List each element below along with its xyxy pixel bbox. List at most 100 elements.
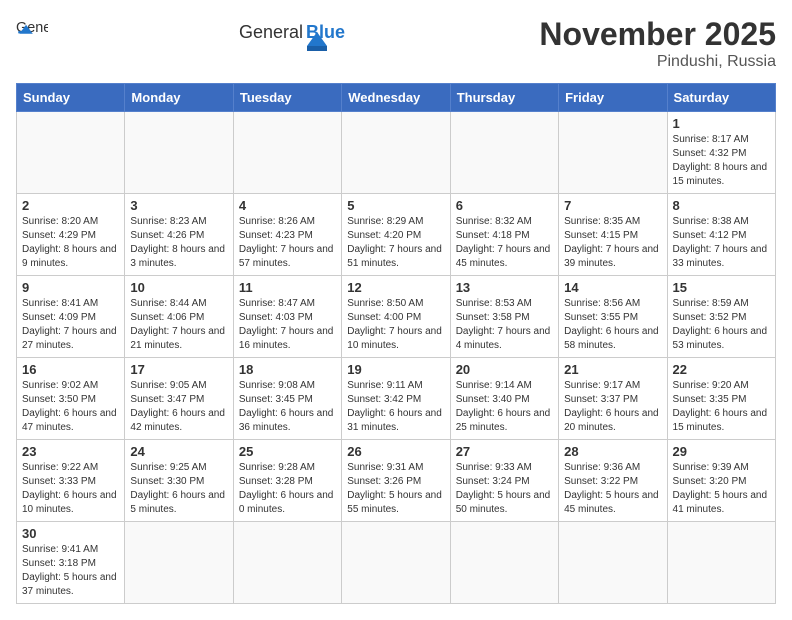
day-number: 8 (673, 198, 770, 213)
calendar-cell: 8 Sunrise: 8:38 AM Sunset: 4:12 PM Daylig… (667, 194, 775, 276)
calendar-table: SundayMondayTuesdayWednesdayThursdayFrid… (16, 83, 776, 604)
day-number: 21 (564, 362, 661, 377)
day-number: 3 (130, 198, 227, 213)
calendar-cell: 29 Sunrise: 9:39 AM Sunset: 3:20 PM Dayli… (667, 440, 775, 522)
calendar-cell: 3Sunrise: 8:23 AM Sunset: 4:26 PM Daylig… (125, 194, 233, 276)
day-number: 18 (239, 362, 336, 377)
calendar-cell: 11Sunrise: 8:47 AM Sunset: 4:03 PM Dayli… (233, 276, 341, 358)
calendar-cell: 18 Sunrise: 9:08 AM Sunset: 3:45 PM Dayli… (233, 358, 341, 440)
day-number: 12 (347, 280, 444, 295)
day-number: 19 (347, 362, 444, 377)
location-subtitle: Pindushi, Russia (539, 53, 776, 71)
calendar-cell: 5Sunrise: 8:29 AM Sunset: 4:20 PM Daylig… (342, 194, 450, 276)
calendar-cell (125, 522, 233, 604)
calendar-week-row: 9 Sunrise: 8:41 AM Sunset: 4:09 PM Daylig… (17, 276, 776, 358)
svg-text:Blue: Blue (306, 22, 345, 42)
calendar-cell: 24Sunrise: 9:25 AM Sunset: 3:30 PM Dayli… (125, 440, 233, 522)
calendar-cell (667, 522, 775, 604)
day-info: Sunrise: 8:38 AM Sunset: 4:12 PM Dayligh… (673, 215, 770, 271)
calendar-cell (450, 522, 558, 604)
day-info: Sunrise: 9:02 AM Sunset: 3:50 PM Dayligh… (22, 379, 119, 435)
calendar-cell: 17 Sunrise: 9:05 AM Sunset: 3:47 PM Dayli… (125, 358, 233, 440)
calendar-cell: 23Sunrise: 9:22 AM Sunset: 3:33 PM Dayli… (17, 440, 125, 522)
day-number: 20 (456, 362, 553, 377)
day-number: 15 (673, 280, 770, 295)
calendar-cell (559, 522, 667, 604)
day-info: Sunrise: 8:44 AM Sunset: 4:06 PM Dayligh… (130, 297, 227, 353)
day-number: 22 (673, 362, 770, 377)
day-number: 24 (130, 444, 227, 459)
day-info: Sunrise: 9:05 AM Sunset: 3:47 PM Dayligh… (130, 379, 227, 435)
day-number: 26 (347, 444, 444, 459)
calendar-cell: 21Sunrise: 9:17 AM Sunset: 3:37 PM Dayli… (559, 358, 667, 440)
calendar-cell (450, 112, 558, 194)
day-info: Sunrise: 8:35 AM Sunset: 4:15 PM Dayligh… (564, 215, 661, 271)
calendar-cell (233, 112, 341, 194)
calendar-cell: 22 Sunrise: 9:20 AM Sunset: 3:35 PM Dayli… (667, 358, 775, 440)
day-header-sunday: Sunday (17, 84, 125, 112)
calendar-cell: 20Sunrise: 9:14 AM Sunset: 3:40 PM Dayli… (450, 358, 558, 440)
day-info: Sunrise: 8:50 AM Sunset: 4:00 PM Dayligh… (347, 297, 444, 353)
calendar-cell: 10 Sunrise: 8:44 AM Sunset: 4:06 PM Dayli… (125, 276, 233, 358)
day-info: Sunrise: 8:26 AM Sunset: 4:23 PM Dayligh… (239, 215, 336, 271)
day-number: 23 (22, 444, 119, 459)
calendar-week-row: 16 Sunrise: 9:02 AM Sunset: 3:50 PM Dayli… (17, 358, 776, 440)
day-info: Sunrise: 9:39 AM Sunset: 3:20 PM Dayligh… (673, 461, 770, 517)
calendar-cell (559, 112, 667, 194)
day-number: 4 (239, 198, 336, 213)
day-info: Sunrise: 9:41 AM Sunset: 3:18 PM Dayligh… (22, 543, 119, 599)
calendar-cell: 12 Sunrise: 8:50 AM Sunset: 4:00 PM Dayli… (342, 276, 450, 358)
calendar-cell: 27Sunrise: 9:33 AM Sunset: 3:24 PM Dayli… (450, 440, 558, 522)
calendar-cell: 9 Sunrise: 8:41 AM Sunset: 4:09 PM Daylig… (17, 276, 125, 358)
month-year-title: November 2025 (539, 16, 776, 53)
day-header-friday: Friday (559, 84, 667, 112)
day-info: Sunrise: 9:20 AM Sunset: 3:35 PM Dayligh… (673, 379, 770, 435)
day-number: 9 (22, 280, 119, 295)
calendar-cell (17, 112, 125, 194)
day-header-tuesday: Tuesday (233, 84, 341, 112)
day-number: 6 (456, 198, 553, 213)
calendar-cell: 30 Sunrise: 9:41 AM Sunset: 3:18 PM Dayli… (17, 522, 125, 604)
day-info: Sunrise: 9:33 AM Sunset: 3:24 PM Dayligh… (456, 461, 553, 517)
day-number: 29 (673, 444, 770, 459)
day-info: Sunrise: 8:56 AM Sunset: 3:55 PM Dayligh… (564, 297, 661, 353)
logo-full: General Blue (239, 16, 349, 60)
calendar-cell: 7Sunrise: 8:35 AM Sunset: 4:15 PM Daylig… (559, 194, 667, 276)
calendar-title-area: November 2025 Pindushi, Russia (539, 16, 776, 71)
day-info: Sunrise: 9:11 AM Sunset: 3:42 PM Dayligh… (347, 379, 444, 435)
day-number: 17 (130, 362, 227, 377)
logo-icon: General (16, 16, 48, 44)
day-info: Sunrise: 8:20 AM Sunset: 4:29 PM Dayligh… (22, 215, 119, 271)
calendar-cell: 19 Sunrise: 9:11 AM Sunset: 3:42 PM Dayli… (342, 358, 450, 440)
day-number: 16 (22, 362, 119, 377)
day-info: Sunrise: 8:59 AM Sunset: 3:52 PM Dayligh… (673, 297, 770, 353)
day-number: 14 (564, 280, 661, 295)
day-number: 11 (239, 280, 336, 295)
calendar-cell: 16 Sunrise: 9:02 AM Sunset: 3:50 PM Dayli… (17, 358, 125, 440)
day-info: Sunrise: 8:17 AM Sunset: 4:32 PM Dayligh… (673, 133, 770, 189)
calendar-cell: 6 Sunrise: 8:32 AM Sunset: 4:18 PM Daylig… (450, 194, 558, 276)
calendar-cell (125, 112, 233, 194)
day-number: 30 (22, 526, 119, 541)
svg-text:General: General (239, 22, 303, 42)
day-number: 10 (130, 280, 227, 295)
calendar-cell (233, 522, 341, 604)
day-number: 13 (456, 280, 553, 295)
day-info: Sunrise: 9:36 AM Sunset: 3:22 PM Dayligh… (564, 461, 661, 517)
day-number: 5 (347, 198, 444, 213)
day-info: Sunrise: 8:41 AM Sunset: 4:09 PM Dayligh… (22, 297, 119, 353)
calendar-cell: 25 Sunrise: 9:28 AM Sunset: 3:28 PM Dayli… (233, 440, 341, 522)
day-info: Sunrise: 8:32 AM Sunset: 4:18 PM Dayligh… (456, 215, 553, 271)
day-number: 2 (22, 198, 119, 213)
day-number: 1 (673, 116, 770, 131)
day-header-thursday: Thursday (450, 84, 558, 112)
day-number: 25 (239, 444, 336, 459)
calendar-cell (342, 522, 450, 604)
calendar-week-row: 23Sunrise: 9:22 AM Sunset: 3:33 PM Dayli… (17, 440, 776, 522)
calendar-week-row: 30 Sunrise: 9:41 AM Sunset: 3:18 PM Dayli… (17, 522, 776, 604)
calendar-header-row: SundayMondayTuesdayWednesdayThursdayFrid… (17, 84, 776, 112)
calendar-cell: 4 Sunrise: 8:26 AM Sunset: 4:23 PM Daylig… (233, 194, 341, 276)
day-info: Sunrise: 9:28 AM Sunset: 3:28 PM Dayligh… (239, 461, 336, 517)
day-info: Sunrise: 9:08 AM Sunset: 3:45 PM Dayligh… (239, 379, 336, 435)
calendar-week-row: 2 Sunrise: 8:20 AM Sunset: 4:29 PM Daylig… (17, 194, 776, 276)
